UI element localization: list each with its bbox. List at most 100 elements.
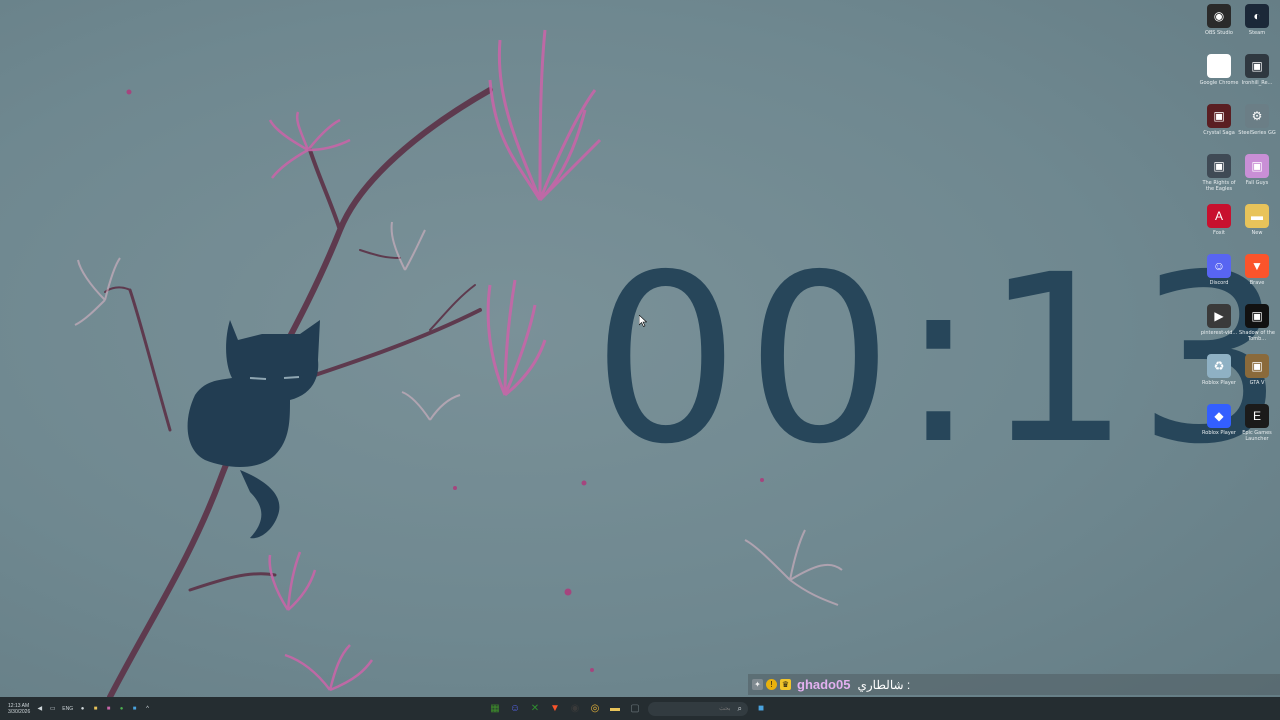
desktop-icon-roblox-studio[interactable]: ◆ Roblox Player <box>1198 404 1240 452</box>
taskbar-app-xbox[interactable]: ✕ <box>528 702 542 716</box>
game-thumbnail-icon: ▣ <box>1245 354 1269 378</box>
taskbar-search-box[interactable]: ⌕ <box>648 701 748 716</box>
microphone-icon[interactable]: ● <box>79 705 86 712</box>
desktop-icon-label: Google Chrome <box>1199 80 1239 86</box>
desktop-icon-game-shortcut-1[interactable]: ▣ Ironhill_Re... <box>1236 54 1278 102</box>
taskbar-app-minecraft[interactable]: ▦ <box>488 702 502 716</box>
desktop-icon-obs-studio[interactable]: ◉ OBS Studio <box>1198 4 1240 52</box>
show-hidden-icons-chevron-icon[interactable]: ^ <box>144 705 151 712</box>
xbox-icon: ✕ <box>530 703 540 714</box>
recycle-icon: ♻ <box>1207 354 1231 378</box>
desktop-icon-label: Roblox Player <box>1202 430 1236 436</box>
taskbar-app-task-view[interactable]: ▢ <box>628 702 642 716</box>
desktop-icon-label: SteelSeries GG <box>1238 130 1276 136</box>
pink-blossom-mid <box>486 279 547 397</box>
tray-app-icon-1[interactable]: ■ <box>92 705 99 712</box>
search-input[interactable] <box>658 704 733 713</box>
desktop-icon-label: pinterest-vid... <box>1200 330 1238 336</box>
folder-icon: ▬ <box>610 703 620 714</box>
obs-icon: ◉ <box>570 703 580 714</box>
desktop-icon-label: Discord <box>1209 280 1229 286</box>
widgets-icon: ■ <box>757 703 765 714</box>
desktop-icon-folder-new[interactable]: ▬ New <box>1236 204 1278 252</box>
desktop-icon-label: Crystal Saga <box>1203 130 1235 136</box>
desktop-icon-game-shortcut-4[interactable]: ▣ Shadow of the Tomb... <box>1236 304 1278 352</box>
desktop-icon-label: Shadow of the Tomb... <box>1239 330 1275 342</box>
brave-icon: ▼ <box>1245 254 1269 278</box>
desktop-icon-fall-guys[interactable]: ▣ Fall Guys <box>1236 154 1278 202</box>
desktop-icon-roblox-player-shortcut[interactable]: ♻ Roblox Player <box>1198 354 1240 402</box>
desktop-icon-label: GTA V <box>1249 380 1265 386</box>
taskbar-app-chrome[interactable]: ◎ <box>588 702 602 716</box>
game-thumbnail-icon: ▣ <box>1245 154 1269 178</box>
game-thumbnail-icon: ▣ <box>1245 304 1269 328</box>
desktop-icon-label: New <box>1251 230 1263 236</box>
discord-icon: ☺ <box>1207 254 1231 278</box>
desktop-icon-label: Ironhill_Re... <box>1241 80 1273 86</box>
chat-message-text: شالطاري : <box>857 677 911 692</box>
stream-chat-message: ✦ ! ♛ ghado05 شالطاري : <box>748 674 1280 695</box>
desktop-icon-steelseries-gg[interactable]: ⚙ SteelSeries GG <box>1236 104 1278 152</box>
volume-icon[interactable]: ◀ <box>36 705 43 712</box>
chrome-icon: ◎ <box>1207 54 1231 78</box>
video-file-icon: ▶ <box>1207 304 1231 328</box>
tray-date-text: 3/30/2026 <box>8 708 31 715</box>
pink-blossom-bottom <box>268 551 374 692</box>
game-thumbnail-icon: ▣ <box>1207 154 1231 178</box>
desktop-icon-google-chrome[interactable]: ◎ Google Chrome <box>1198 54 1240 102</box>
desktop-icon-label: Roblox Player <box>1202 380 1236 386</box>
input-language[interactable]: ENG <box>62 706 73 712</box>
obs-icon: ◉ <box>1207 4 1231 28</box>
roblox-icon: ◆ <box>1207 404 1231 428</box>
desktop-icon-epic-games[interactable]: E Epic Games Launcher <box>1236 404 1278 452</box>
steam-icon: ◐ <box>1245 4 1269 28</box>
taskbar-app-file-explorer[interactable]: ▬ <box>608 702 622 716</box>
desktop-icon-label: Fall Guys <box>1245 180 1269 186</box>
taskbar-app-discord[interactable]: ☺ <box>508 702 522 716</box>
desktop-icon-label: Steam <box>1248 30 1266 36</box>
gear-icon: ⚙ <box>1245 104 1269 128</box>
game-thumbnail-icon: ▣ <box>1245 54 1269 78</box>
info-badge-icon: ! <box>766 679 777 690</box>
tray-clock[interactable]: 12:13 AM 3/30/2026 <box>8 703 30 715</box>
desktop-icon-pinterest-video[interactable]: ▶ pinterest-vid... <box>1198 304 1240 352</box>
desktop-icon-grid: ◉ OBS Studio ◐ Steam ◎ Google Chrome ▣ Ironhill… <box>1196 0 1280 460</box>
desktop-icon-label: Brave <box>1249 280 1265 286</box>
desktop-icon-label: The Rights of the Eagles <box>1202 180 1236 192</box>
desktop-icon-game-shortcut-3[interactable]: ▣ The Rights of the Eagles <box>1198 154 1240 202</box>
taskbar-app-widgets[interactable]: ■ <box>754 702 768 716</box>
minecraft-icon: ▦ <box>490 703 500 714</box>
broadcaster-badge-icon: ✦ <box>752 679 763 690</box>
discord-icon: ☺ <box>509 703 521 714</box>
pink-blossom <box>488 29 602 202</box>
system-tray: 12:13 AM 3/30/2026 ◀ ▭ ENG ● ■ ■ ● ■ ^ <box>0 697 151 720</box>
desktop-icon-discord[interactable]: ☺ Discord <box>1198 254 1240 302</box>
mouse-cursor-icon <box>639 315 647 327</box>
pink-blossom-small <box>268 111 351 179</box>
desktop-icon-label: Epic Games Launcher <box>1242 430 1272 442</box>
crown-badge-icon: ♛ <box>780 679 791 690</box>
desktop-icon-label: OBS Studio <box>1205 30 1233 36</box>
desktop-icon-brave[interactable]: ▼ Brave <box>1236 254 1278 302</box>
taskbar-app-brave[interactable]: ▼ <box>548 702 562 716</box>
desktop-icon-game-shortcut-5[interactable]: ▣ GTA V <box>1236 354 1278 402</box>
desktop-icon-label: Foxit <box>1213 230 1225 236</box>
tray-app-icon-2[interactable]: ■ <box>105 705 112 712</box>
window-icon: ▢ <box>630 703 640 714</box>
epic-icon: E <box>1245 404 1269 428</box>
desktop-icon-game-shortcut-2[interactable]: ▣ Crystal Saga <box>1198 104 1240 152</box>
brave-icon: ▼ <box>550 703 560 714</box>
taskbar-app-obs[interactable]: ◉ <box>568 702 582 716</box>
countdown-clock: 00:13 <box>592 225 1280 495</box>
tray-app-icon-4[interactable]: ■ <box>131 705 138 712</box>
taskbar: 12:13 AM 3/30/2026 ◀ ▭ ENG ● ■ ■ ● ■ ^ ▦… <box>0 697 1280 720</box>
pinned-apps: ▦ ☺ ✕ ▼ ◉ ◎ ▬ ▢ ⌕ ■ <box>488 697 768 720</box>
desktop-icon-adobe-app[interactable]: A Foxit <box>1198 204 1240 252</box>
network-icon[interactable]: ▭ <box>49 705 56 712</box>
desktop-icon-steam[interactable]: ◐ Steam <box>1236 4 1278 52</box>
adobe-icon: A <box>1207 204 1231 228</box>
chat-username: ghado05 <box>797 677 851 692</box>
folder-icon: ▬ <box>1245 204 1269 228</box>
tray-app-icon-3[interactable]: ● <box>118 705 125 712</box>
chrome-icon: ◎ <box>590 703 600 714</box>
